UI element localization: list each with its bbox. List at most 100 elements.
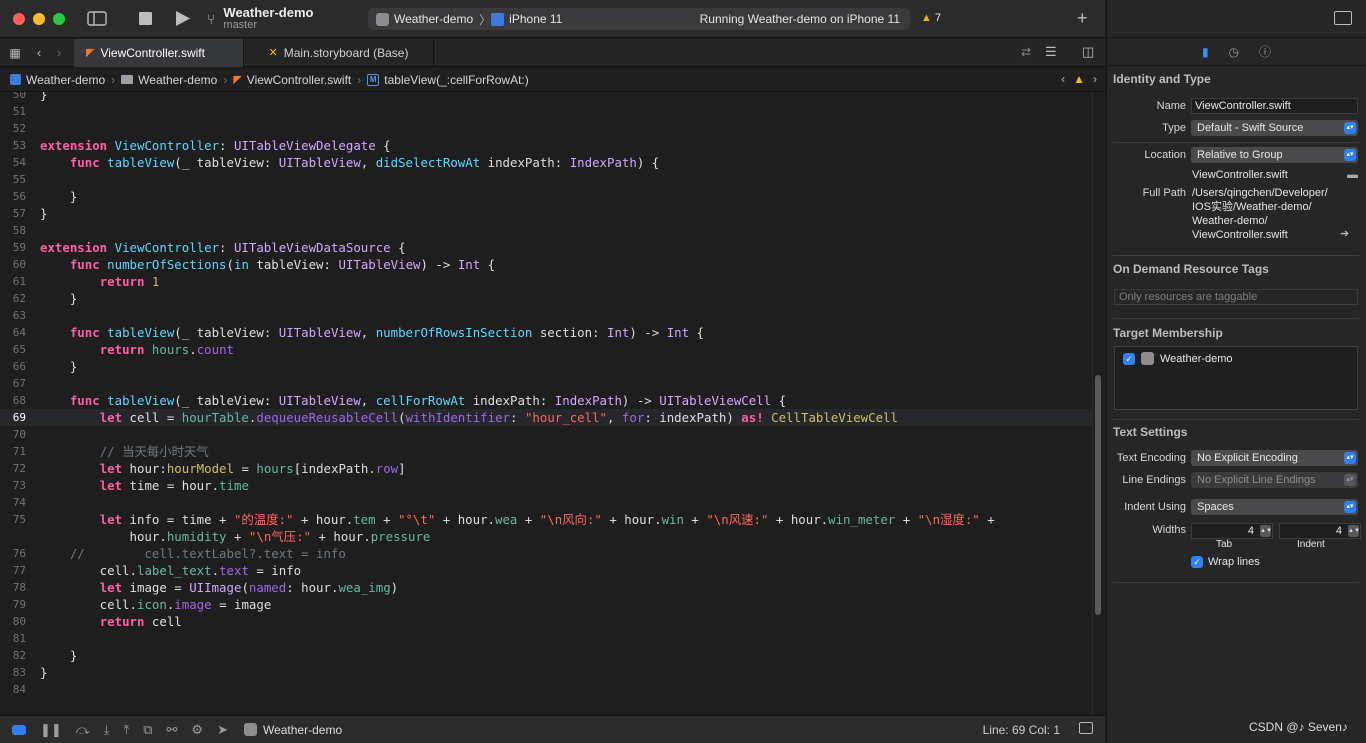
name-field[interactable]: ViewController.swift [1191, 98, 1358, 114]
step-into-icon[interactable]: ⤓ [104, 722, 110, 738]
code-token: ( [398, 410, 406, 425]
location-popup[interactable]: Relative to Group ▴▾ [1191, 147, 1358, 163]
warning-icon[interactable]: ▲ [1073, 72, 1085, 86]
code-line[interactable]: 50} [0, 92, 1092, 103]
editor-options-icon[interactable]: ☰ [1045, 44, 1057, 60]
stepper-arrows-icon[interactable]: ▲▼ [1260, 525, 1272, 537]
run-icon[interactable] [176, 11, 190, 26]
memory-graph-icon[interactable]: ⚯ [167, 722, 178, 738]
name-label: Name [1156, 100, 1186, 112]
code-token: tableView: [248, 257, 339, 272]
project-title[interactable]: Weather-demo master [223, 6, 313, 31]
code-line[interactable]: 61 return 1 [0, 273, 1092, 290]
indent-width-stepper[interactable]: 4 ▲▼ [1279, 523, 1361, 539]
grid-icon[interactable]: ▦ [0, 46, 30, 60]
code-line[interactable]: hour.humidity + "\n气压:" + hour.pressure [0, 528, 1092, 545]
swap-icon[interactable]: ⇄ [1021, 45, 1031, 59]
add-icon[interactable]: + [1077, 8, 1088, 29]
code-line[interactable]: 80 return cell [0, 613, 1092, 630]
indent-popup[interactable]: Spaces ▴▾ [1191, 499, 1358, 515]
warnings-badge[interactable]: ▲ 7 [921, 12, 941, 24]
code-line[interactable]: 67 [0, 375, 1092, 392]
code-line[interactable]: 55 [0, 171, 1092, 188]
scheme-selector[interactable]: Weather-demo [376, 12, 473, 26]
checkbox-checked-icon[interactable]: ✓ [1191, 556, 1203, 568]
code-line[interactable]: 54 func tableView(_ tableView: UITableVi… [0, 154, 1092, 171]
file-inspector-icon[interactable]: ▮ [1202, 45, 1209, 59]
code-line[interactable]: 72 let hour:hourModel = hours[indexPath.… [0, 460, 1092, 477]
breadcrumb-symbol[interactable]: M tableView(_:cellForRowAt:) [367, 73, 529, 87]
code-line[interactable]: 57} [0, 205, 1092, 222]
target-row[interactable]: ✓ Weather-demo [1123, 352, 1233, 365]
code-line[interactable]: 58 [0, 222, 1092, 239]
minimize-window-button[interactable] [33, 12, 45, 25]
help-inspector-icon[interactable]: ⓘ [1259, 43, 1271, 60]
code-line[interactable]: 69 let cell = hourTable.dequeueReusableC… [0, 409, 1092, 426]
code-line[interactable]: 53 extension ViewController: UITableViewD… [0, 137, 1092, 154]
scheme-name: Weather-demo [394, 12, 474, 26]
step-out-icon[interactable]: ⤒ [123, 722, 129, 738]
code-line[interactable]: 56 } [0, 188, 1092, 205]
code-line[interactable]: 70 [0, 426, 1092, 443]
code-line[interactable]: 64 func tableView(_ tableView: UITableVi… [0, 324, 1092, 341]
code-line[interactable]: 60 func numberOfSections(in tableView: U… [0, 256, 1092, 273]
split-editor-icon[interactable]: ◫ [1082, 44, 1094, 60]
previous-issue-icon[interactable]: ‹ [1061, 72, 1065, 86]
debug-target[interactable]: Weather-demo [243, 723, 342, 737]
code-line[interactable]: 68 func tableView(_ tableView: UITableVi… [0, 392, 1092, 409]
code-line[interactable]: 59 extension ViewController: UITableViewD… [0, 239, 1092, 256]
code-line[interactable]: 79 cell.icon.image = image [0, 596, 1092, 613]
code-line[interactable]: 84 [0, 681, 1092, 698]
code-line[interactable]: 66 } [0, 358, 1092, 375]
code-line[interactable]: 63 [0, 307, 1092, 324]
code-line[interactable]: 52 [0, 120, 1092, 137]
code-line[interactable]: 82 } [0, 647, 1092, 664]
tab-viewcontroller[interactable]: ◤ ViewController.swift [74, 38, 244, 67]
wrap-lines-checkbox[interactable]: ✓ Wrap lines [1191, 556, 1260, 568]
code-line[interactable]: 81 [0, 630, 1092, 647]
tab-width-stepper[interactable]: 4 ▲▼ [1191, 523, 1273, 539]
code-line[interactable]: 74 [0, 494, 1092, 511]
code-line[interactable]: 51 [0, 103, 1092, 120]
line-endings-popup[interactable]: No Explicit Line Endings ▴▾ [1191, 472, 1358, 488]
checkbox-checked-icon[interactable]: ✓ [1123, 352, 1135, 365]
encoding-popup[interactable]: No Explicit Encoding ▴▾ [1191, 450, 1358, 466]
device-selector[interactable]: iPhone 11 [491, 12, 562, 26]
scroll-thumb[interactable] [1095, 375, 1101, 615]
code-line[interactable]: 65 return hours.count [0, 341, 1092, 358]
code-line[interactable]: 71 // 当天每小时天气 [0, 443, 1092, 460]
history-inspector-icon[interactable]: ◷ [1229, 45, 1239, 59]
view-hierarchy-icon[interactable]: ⧉ [143, 722, 152, 738]
breadcrumb-group[interactable]: Weather-demo [121, 73, 217, 87]
stop-icon[interactable] [139, 12, 152, 25]
code-line[interactable]: 78 let image = UIImage(named: hour.wea_i… [0, 579, 1092, 596]
source-editor[interactable]: 84 83} 82 } 81 80 return cell 79 cell.icon.im… [0, 92, 1105, 715]
pause-icon[interactable]: ❚❚ [40, 722, 62, 738]
stepper-arrows-icon[interactable]: ▲▼ [1348, 525, 1360, 537]
breadcrumb-file[interactable]: ◤ ViewController.swift [233, 73, 351, 87]
code-line[interactable]: 77 cell.label_text.text = info [0, 562, 1092, 579]
zoom-window-button[interactable] [53, 12, 65, 25]
code-line[interactable]: 62 } [0, 290, 1092, 307]
step-over-icon[interactable]: ⤼ [76, 722, 90, 738]
sidebar-toggle-icon[interactable] [87, 11, 107, 26]
reveal-in-finder-icon[interactable]: ➔ [1340, 227, 1349, 241]
close-window-button[interactable] [13, 12, 25, 25]
panel-toggle-icon[interactable] [1079, 722, 1093, 734]
type-popup[interactable]: Default - Swift Source ▴▾ [1191, 120, 1358, 136]
code-line[interactable]: 76 // cell.textLabel?.text = info [0, 545, 1092, 562]
toggle-console-icon[interactable] [12, 724, 26, 735]
tab-main-storyboard[interactable]: ✕ Main.storyboard (Base) [244, 38, 434, 67]
breadcrumb-project[interactable]: Weather-demo [10, 73, 105, 87]
next-issue-icon[interactable]: › [1093, 72, 1097, 86]
code-line[interactable]: 75 let info = time + "的温度:" + hour.tem +… [0, 511, 1092, 528]
branch-icon[interactable]: ⑂ [207, 11, 215, 27]
folder-icon[interactable]: ▬ [1347, 168, 1358, 182]
environment-overrides-icon[interactable]: ⚙ [191, 722, 203, 738]
code-line[interactable]: 83} [0, 664, 1092, 681]
forward-icon[interactable]: › [48, 45, 70, 60]
inspector-toggle-icon[interactable] [1334, 11, 1352, 25]
back-icon[interactable]: ‹ [30, 45, 48, 60]
code-line[interactable]: 73 let time = hour.time [0, 477, 1092, 494]
location-icon[interactable]: ➤ [217, 722, 228, 738]
